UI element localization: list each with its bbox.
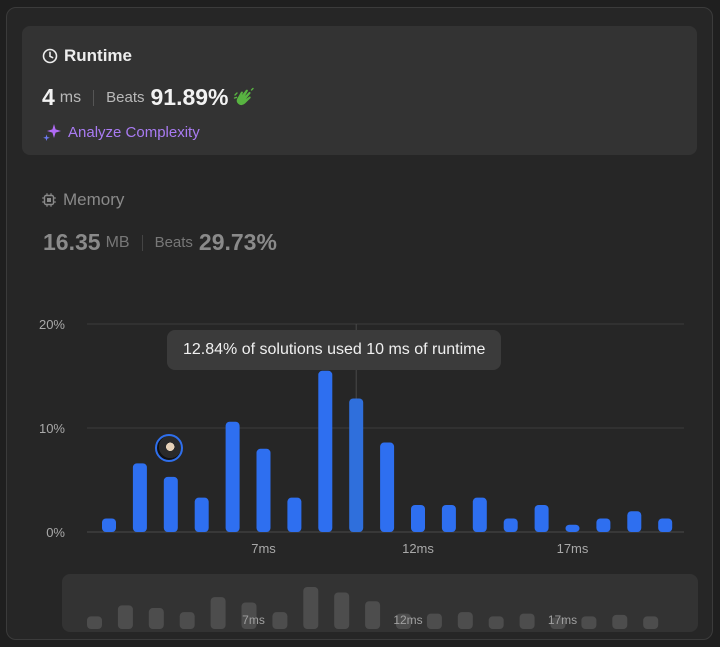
overview-bar	[426, 613, 442, 629]
y-tick-label: 10%	[39, 421, 65, 436]
overview-bar	[519, 613, 535, 629]
runtime-distribution-chart: 20% 10% 0% 7ms 12ms 17ms 7ms 12ms 17ms	[39, 317, 684, 629]
runtime-bar	[349, 398, 364, 532]
chart-tooltip: 12.84% of solutions used 10 ms of runtim…	[167, 330, 502, 370]
x-tick-label: 7ms	[251, 541, 276, 556]
runtime-bar	[287, 497, 302, 532]
runtime-bar	[256, 448, 271, 532]
runtime-bar	[318, 370, 333, 532]
runtime-bar	[534, 504, 549, 532]
runtime-bar	[596, 518, 611, 532]
runtime-bar	[132, 463, 147, 532]
x-tick-label: 12ms	[402, 541, 434, 556]
y-tick-label: 20%	[39, 317, 65, 332]
overview-bar	[303, 587, 319, 629]
overview-bar	[643, 616, 659, 629]
overview-bar	[179, 612, 195, 629]
overview-bar	[272, 612, 288, 629]
runtime-bar	[627, 511, 642, 532]
overview-bar	[334, 592, 350, 629]
runtime-bar	[503, 518, 518, 532]
runtime-bar	[225, 421, 240, 532]
submission-stats-panel: Runtime 4 ms Beats 91.89% Analyze Comple…	[6, 7, 713, 640]
overview-bar	[365, 601, 381, 629]
runtime-bar	[163, 476, 178, 532]
overview-tick-label: 17ms	[548, 613, 577, 627]
runtime-bar	[380, 442, 395, 532]
y-tick-label: 0%	[46, 525, 65, 540]
runtime-bar	[102, 518, 116, 532]
overview-bar	[148, 608, 164, 629]
overview-bar	[612, 614, 628, 629]
overview-bar	[581, 616, 597, 629]
runtime-bar	[411, 504, 425, 532]
runtime-bar	[194, 497, 209, 532]
overview-tick-label: 12ms	[393, 613, 422, 627]
overview-bar	[210, 597, 226, 629]
runtime-bar	[658, 518, 673, 532]
runtime-bar	[565, 524, 580, 532]
user-avatar[interactable]	[155, 434, 183, 462]
runtime-bar	[472, 497, 487, 532]
x-tick-label: 17ms	[557, 541, 589, 556]
runtime-bar	[441, 504, 456, 532]
overview-tick-label: 7ms	[242, 613, 265, 627]
overview-bar	[488, 616, 504, 629]
overview-bar	[87, 616, 102, 629]
overview-bar	[457, 612, 473, 629]
overview-bar	[117, 605, 133, 629]
